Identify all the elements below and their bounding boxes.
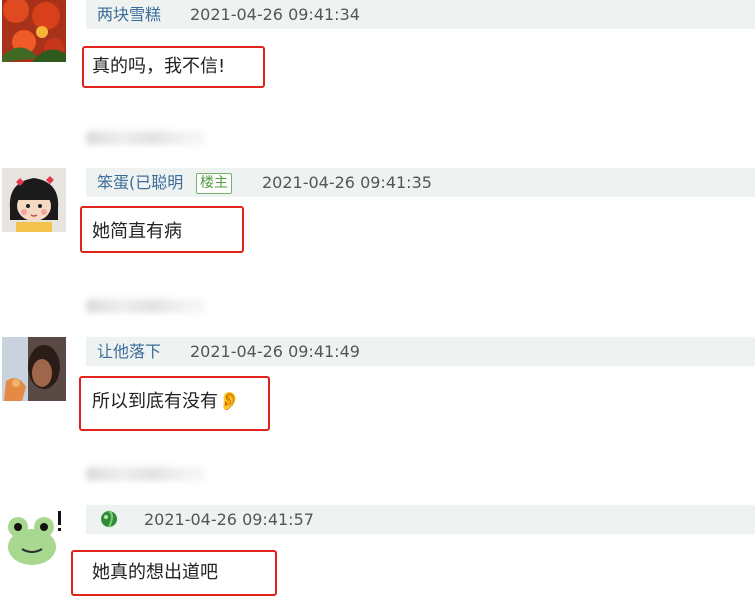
comment-timestamp: 2021-04-26 09:41:49 [190,342,360,361]
blurred-reply-area [86,467,206,481]
username-link[interactable]: 让他落下 [97,337,161,366]
comment-meta-bar: 2021-04-26 09:41:57 [86,505,755,534]
avatar[interactable] [2,337,66,401]
avatar-frog-image [2,505,66,569]
avatar[interactable] [2,168,66,232]
comment-timestamp: 2021-04-26 09:41:57 [144,510,314,529]
username-link[interactable]: 两块雪糕 [97,0,161,29]
avatar[interactable] [2,0,66,62]
frog-leaf-icon[interactable] [99,509,119,529]
comment-meta-bar: 两块雪糕 2021-04-26 09:41:34 [86,0,755,29]
comment-text: 所以到底有没有👂 [92,391,241,412]
blurred-reply-area [86,131,206,145]
blurred-reply-area [86,299,206,313]
avatar-photo-image [2,337,66,401]
avatar-flowers-image [2,0,66,62]
comment-timestamp: 2021-04-26 09:41:34 [190,5,360,24]
comment-timestamp: 2021-04-26 09:41:35 [262,173,432,192]
op-badge: 楼主 [196,173,232,194]
comment-text: 真的吗，我不信! [92,56,226,77]
username-link[interactable]: 笨蛋(已聪明 [97,168,183,197]
comment-meta-bar: 让他落下 2021-04-26 09:41:49 [86,337,755,366]
avatar-cartoon-girl-image [2,168,66,232]
comment-text: 她真的想出道吧 [92,562,218,583]
comment-text: 她简直有病 [92,221,182,242]
comment-meta-bar: 笨蛋(已聪明 楼主 2021-04-26 09:41:35 [86,168,755,197]
avatar[interactable] [2,505,66,569]
